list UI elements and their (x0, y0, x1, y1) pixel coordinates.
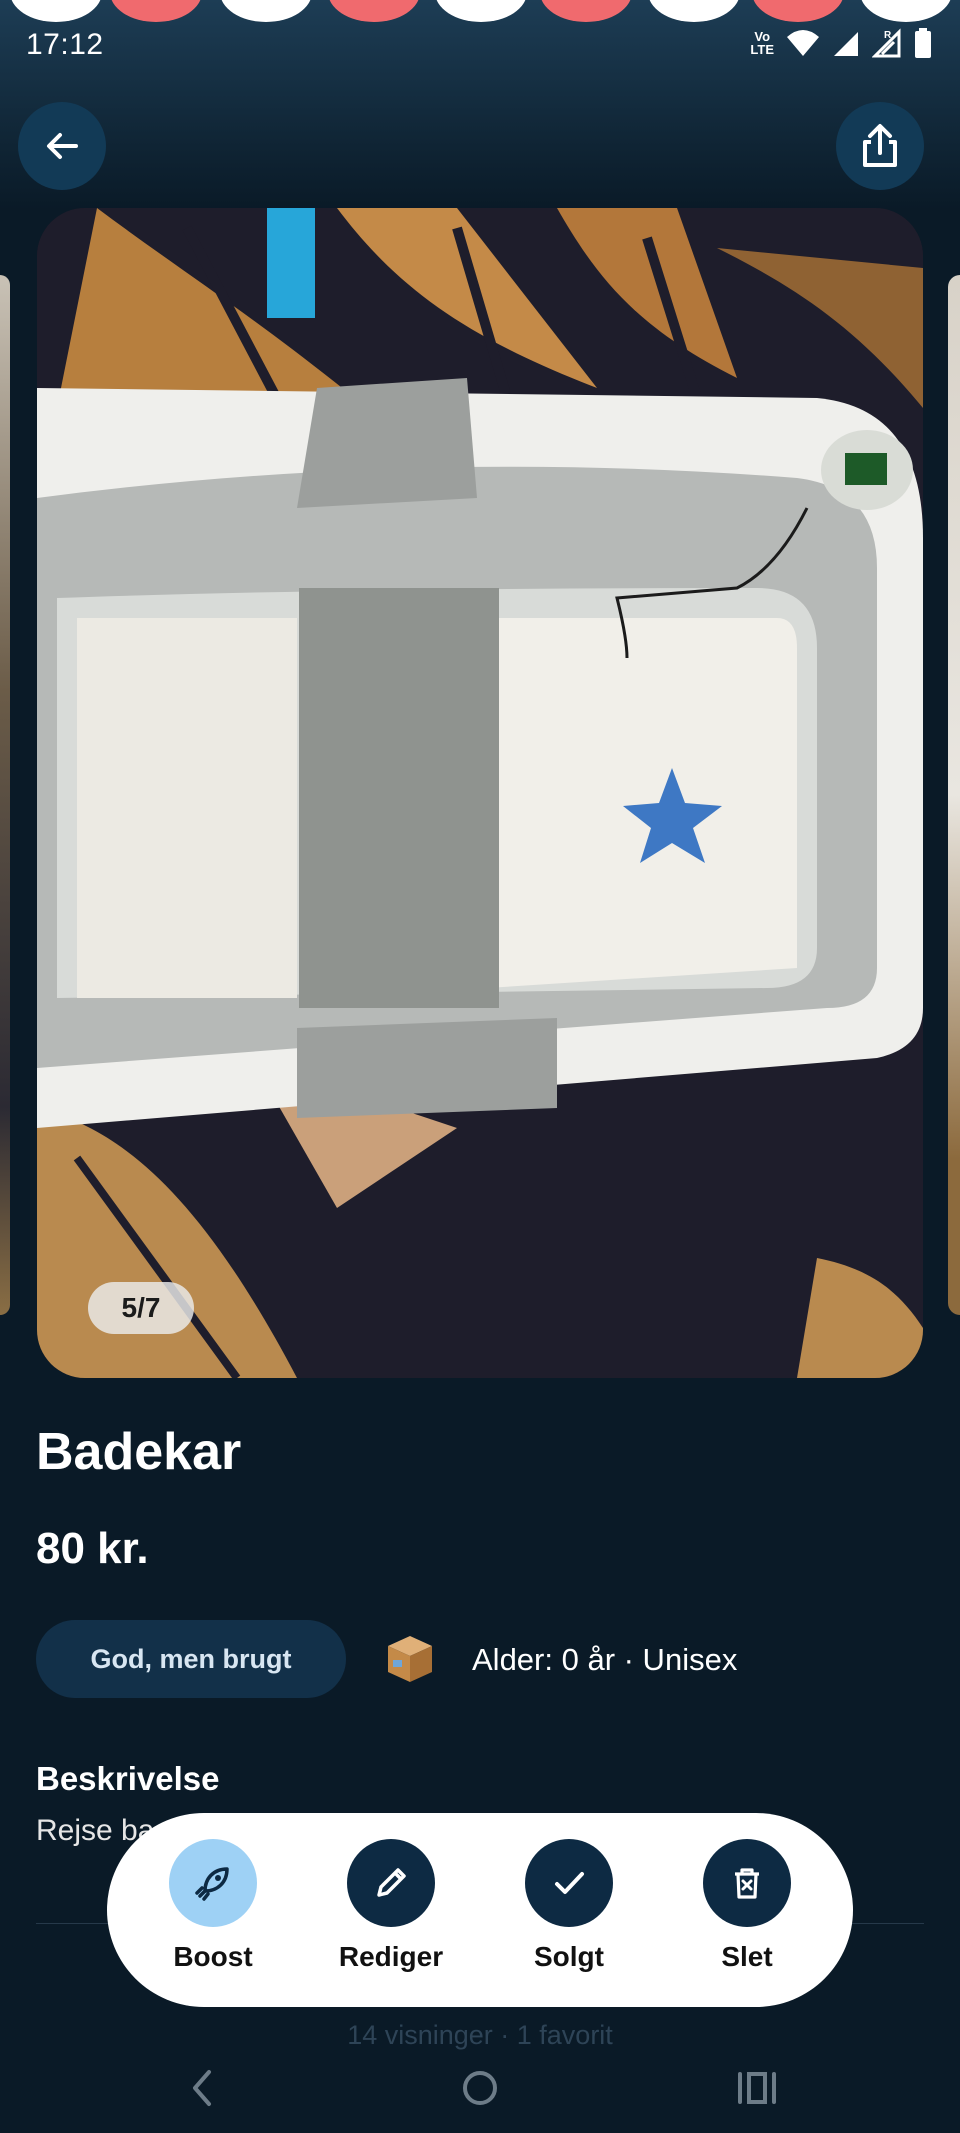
notification-bubble (540, 0, 632, 22)
notification-bubble (220, 0, 312, 22)
listing-photo[interactable] (37, 208, 923, 1378)
sold-circle (525, 1839, 613, 1927)
nav-recents-button[interactable] (722, 2058, 792, 2118)
recents-nav-icon (738, 2072, 776, 2104)
svg-text:R: R (884, 30, 892, 41)
delete-circle (703, 1839, 791, 1927)
trash-icon (735, 1868, 759, 1899)
nav-home-button[interactable] (445, 2058, 515, 2118)
battery-icon (915, 28, 931, 58)
description-heading: Beskrivelse (36, 1760, 220, 1797)
notification-bubble (435, 0, 527, 22)
check-icon (555, 1872, 584, 1894)
delete-label: Slet (721, 1941, 773, 1972)
home-nav-icon (463, 2071, 497, 2105)
rocket-icon (195, 1867, 229, 1901)
sold-label: Solgt (534, 1941, 604, 1972)
notification-bubble (860, 0, 952, 22)
sold-button[interactable]: Solgt (494, 1839, 644, 1973)
package-box-icon (388, 1636, 432, 1682)
share-button[interactable] (836, 102, 924, 190)
edit-label: Rediger (338, 1941, 444, 1972)
back-nav-icon (193, 2070, 211, 2106)
notification-bubble (648, 0, 740, 22)
roaming-signal-icon: R (872, 28, 901, 58)
arrow-left-icon (47, 133, 78, 159)
status-bar: 17:12 Vo LTE R (0, 20, 960, 70)
status-icons: Vo LTE R (750, 28, 932, 58)
boost-label: Boost (173, 1941, 253, 1972)
listing-price: 80 kr. (36, 1524, 149, 1573)
bathtub-photo-illustration (37, 208, 923, 1378)
notification-bubble (110, 0, 202, 22)
wifi-icon (787, 30, 819, 56)
volte-icon: Vo LTE (750, 29, 774, 57)
notification-bubble (10, 0, 102, 22)
condition-badge: God, men brugt (36, 1620, 346, 1698)
notification-bubble (752, 0, 844, 22)
system-navigation-bar (0, 2040, 960, 2133)
photo-counter: 5/7 (88, 1282, 194, 1334)
notification-bubble (328, 0, 420, 22)
nav-back-button[interactable] (167, 2058, 237, 2118)
next-photo-peek[interactable] (948, 275, 960, 1315)
previous-photo-peek[interactable] (0, 275, 10, 1315)
notification-bubbles (0, 0, 960, 22)
signal-icon (834, 32, 858, 56)
boost-circle (169, 1839, 257, 1927)
share-icon (863, 124, 897, 167)
delete-button[interactable]: Slet (672, 1839, 822, 1973)
boost-button[interactable]: Boost (138, 1839, 288, 1973)
pencil-icon (377, 1868, 406, 1897)
listing-title: Badekar (36, 1423, 242, 1481)
edit-button[interactable]: Rediger (316, 1839, 466, 1973)
edit-circle (347, 1839, 435, 1927)
action-bar: Boost Rediger Solgt Slet (107, 1813, 853, 2007)
status-time: 17:12 (26, 28, 104, 61)
back-button[interactable] (18, 102, 106, 190)
listing-meta: Alder: 0 år · Unisex (472, 1642, 738, 1677)
